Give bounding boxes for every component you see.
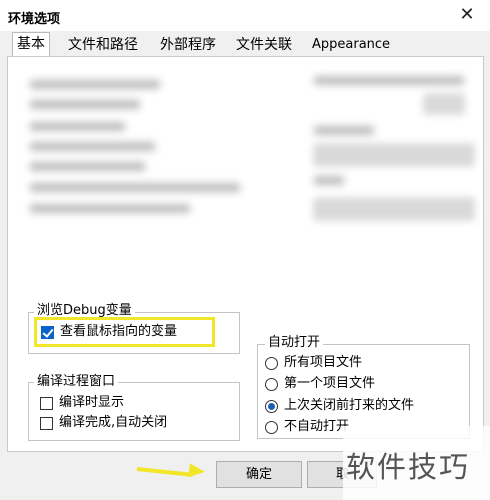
- blurred-settings-area: [24, 70, 484, 230]
- auto-close-label: 编译完成,自动关闭: [59, 415, 168, 430]
- compile-window-group-title: 编译过程窗口: [34, 374, 119, 390]
- open-all-project-files-option[interactable]: 所有项目文件: [265, 354, 362, 372]
- window-title: 环境选项: [8, 12, 61, 27]
- open-first-project-file-label: 第一个项目文件: [284, 376, 376, 391]
- watch-mouse-variable-checkbox[interactable]: [41, 325, 54, 339]
- no-auto-open-option[interactable]: 不自动打开: [265, 418, 349, 436]
- title-bar: [0, 0, 490, 31]
- auto-close-checkbox[interactable]: [40, 416, 53, 430]
- open-all-project-files-label: 所有项目文件: [284, 355, 363, 370]
- ok-button[interactable]: 确定: [216, 461, 302, 488]
- show-on-compile-checkbox[interactable]: [40, 396, 53, 410]
- open-first-project-file-radio[interactable]: [265, 377, 278, 391]
- open-all-project-files-radio[interactable]: [265, 356, 278, 370]
- no-auto-open-radio[interactable]: [265, 420, 278, 434]
- watermark-text: 软件技巧: [346, 450, 471, 484]
- tab-files-paths[interactable]: 文件和路径: [66, 34, 140, 56]
- watch-mouse-variable-option[interactable]: 查看鼠标指向的变量: [41, 323, 177, 341]
- tab-basic[interactable]: 基本: [12, 32, 50, 57]
- tab-external-programs[interactable]: 外部程序: [158, 34, 218, 56]
- open-last-session-files-option[interactable]: 上次关闭前打来的文件: [265, 397, 414, 415]
- annotation-arrow-icon: [188, 463, 206, 479]
- auto-open-group-title: 自动打开: [265, 335, 324, 351]
- open-last-session-files-radio[interactable]: [265, 399, 278, 413]
- auto-close-option[interactable]: 编译完成,自动关闭: [40, 414, 167, 432]
- close-icon[interactable]: ✕: [455, 3, 479, 27]
- tab-appearance[interactable]: Appearance: [310, 34, 392, 56]
- show-on-compile-label: 编译时显示: [59, 395, 125, 410]
- watch-mouse-variable-label: 查看鼠标指向的变量: [60, 324, 178, 339]
- show-on-compile-option[interactable]: 编译时显示: [40, 394, 124, 412]
- tab-file-associations[interactable]: 文件关联: [234, 34, 294, 56]
- open-last-session-files-label: 上次关闭前打来的文件: [284, 398, 415, 413]
- no-auto-open-label: 不自动打开: [284, 419, 350, 434]
- open-first-project-file-option[interactable]: 第一个项目文件: [265, 375, 375, 393]
